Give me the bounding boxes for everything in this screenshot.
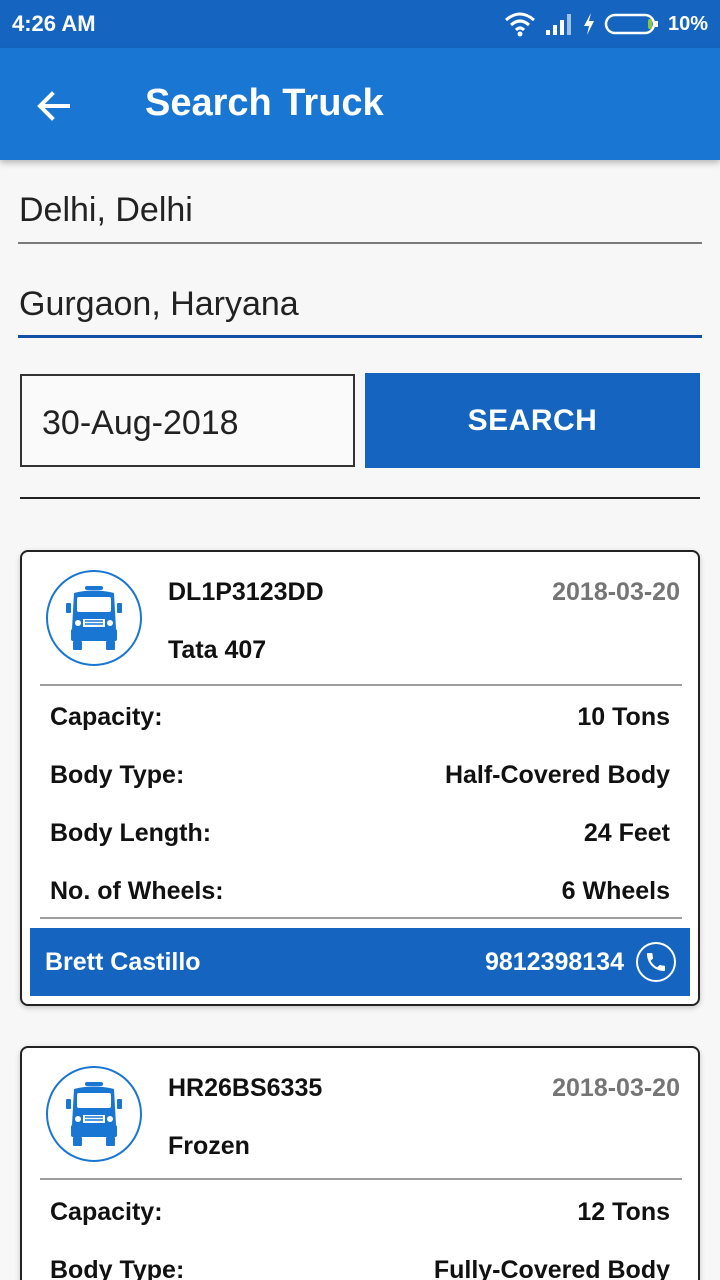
- capacity-value: 12 Tons: [577, 1198, 670, 1226]
- truck-icon: [66, 1082, 122, 1146]
- field-underline: [18, 242, 702, 244]
- to-location-field[interactable]: Gurgaon, Haryana: [18, 274, 702, 338]
- truck-number: DL1P3123DD: [168, 578, 324, 606]
- status-bar: 4:26 AM 10%: [0, 0, 720, 48]
- capacity-row: Capacity: 10 Tons: [50, 703, 670, 737]
- wifi-icon: [504, 12, 535, 37]
- card-divider: [40, 684, 682, 686]
- phone-number[interactable]: 9812398134: [485, 948, 624, 977]
- battery-icon: [604, 13, 658, 35]
- listing-date: 2018-03-20: [552, 1074, 680, 1102]
- from-location-value: Delhi, Delhi: [19, 191, 193, 229]
- status-icons: 10%: [504, 9, 708, 39]
- call-button[interactable]: [636, 942, 676, 982]
- capacity-value: 10 Tons: [577, 703, 670, 731]
- capacity-label: Capacity:: [50, 1198, 163, 1226]
- card-divider: [40, 1178, 682, 1180]
- page-title: Search Truck: [145, 82, 384, 124]
- field-underline: [18, 335, 702, 338]
- body-type-label: Body Type:: [50, 761, 185, 789]
- to-location-value: Gurgaon, Haryana: [19, 285, 299, 323]
- listing-date: 2018-03-20: [552, 578, 680, 606]
- wheels-row: No. of Wheels: 6 Wheels: [50, 877, 670, 911]
- wheels-label: No. of Wheels:: [50, 877, 224, 905]
- status-time: 4:26 AM: [12, 11, 96, 36]
- wheels-value: 6 Wheels: [561, 877, 670, 905]
- contact-bar[interactable]: Brett Castillo 9812398134: [30, 928, 690, 996]
- divider: [20, 497, 700, 499]
- capacity-label: Capacity:: [50, 703, 163, 731]
- body-length-value: 24 Feet: [583, 819, 670, 847]
- truck-avatar: [46, 1066, 142, 1162]
- body-length-row: Body Length: 24 Feet: [50, 819, 670, 853]
- truck-model: Frozen: [168, 1132, 250, 1160]
- truck-avatar: [46, 570, 142, 666]
- truck-card[interactable]: DL1P3123DD Tata 407 2018-03-20 Capacity:…: [20, 550, 700, 1006]
- body-length-label: Body Length:: [50, 819, 212, 847]
- owner-name: Brett Castillo: [45, 948, 201, 976]
- arrow-left-icon: [37, 91, 70, 121]
- app-bar: Search Truck: [0, 48, 720, 160]
- signal-icon: [545, 14, 571, 35]
- truck-number: HR26BS6335: [168, 1074, 323, 1102]
- body-type-label: Body Type:: [50, 1256, 185, 1280]
- back-button[interactable]: [26, 78, 82, 134]
- from-location-field[interactable]: Delhi, Delhi: [18, 180, 702, 244]
- date-value: 30-Aug-2018: [42, 404, 239, 442]
- truck-model: Tata 407: [168, 636, 267, 664]
- body-type-row: Body Type: Fully-Covered Body: [50, 1256, 670, 1280]
- charging-icon: [583, 13, 594, 35]
- search-button[interactable]: SEARCH: [365, 373, 700, 468]
- battery-percent: 10%: [667, 12, 708, 35]
- body-type-value: Half-Covered Body: [444, 761, 670, 789]
- capacity-row: Capacity: 12 Tons: [50, 1198, 670, 1232]
- truck-card[interactable]: HR26BS6335 Frozen 2018-03-20 Capacity: 1…: [20, 1046, 700, 1280]
- card-divider: [40, 917, 682, 919]
- phone-icon: [647, 953, 665, 971]
- date-picker-field[interactable]: 30-Aug-2018: [20, 374, 355, 467]
- body-type-value: Fully-Covered Body: [433, 1256, 670, 1280]
- truck-icon: [66, 586, 122, 650]
- body-type-row: Body Type: Half-Covered Body: [50, 761, 670, 795]
